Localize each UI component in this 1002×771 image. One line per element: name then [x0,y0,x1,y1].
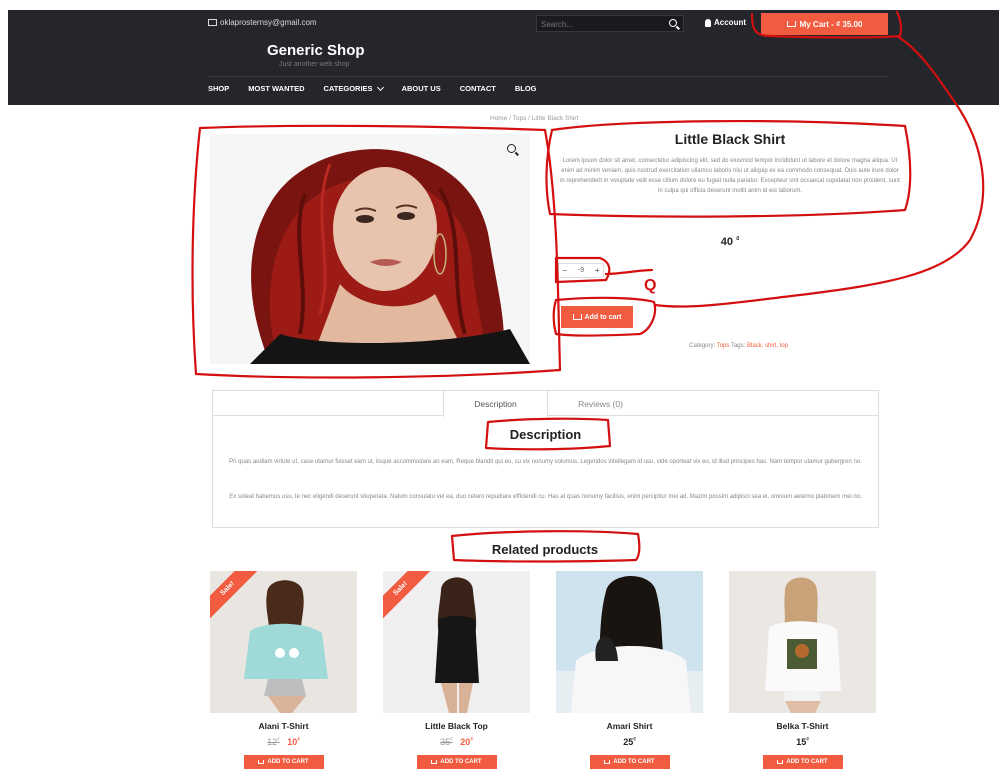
product-price: 40 ₫ [560,236,900,248]
tags-label: Tags: [730,343,746,349]
product-main-image[interactable] [210,134,530,364]
add-to-cart-button[interactable]: Add to cart [561,306,633,328]
product-card-price: 35₫ 20₫ [383,737,530,747]
nav-divider [208,76,888,77]
price-value: 40 [720,236,734,248]
product-meta: Category: Tops Tags: Black, shirt, top [560,343,900,349]
qty-increment-button[interactable]: + [595,266,600,275]
product-card-name[interactable]: Amari Shirt [556,721,703,731]
cart-label: My Cart - ₫ 35.00 [799,19,863,29]
product-card-little-black-top[interactable]: Sale! Little Black Top 35₫ 20₫ ADD TO CA… [383,571,530,769]
search-input[interactable] [541,18,659,30]
nav-item-about-us[interactable]: ABOUT US [402,84,441,93]
cart-icon [572,314,582,320]
related-products-grid: Sale! Alani T-Shirt 12₫ 10₫ ADD TO CART … [210,571,880,771]
old-price: 35₫ [440,737,453,747]
user-icon [705,18,711,27]
product-card-price: 15₫ [729,737,876,747]
add-to-cart-button[interactable]: ADD TO CART [416,755,497,769]
old-price: 12₫ [267,737,280,747]
product-card-name[interactable]: Belka T-Shirt [729,721,876,731]
product-card-name[interactable]: Little Black Top [383,721,530,731]
site-header: oklaprosternsy@gmail.com Account My Cart… [8,10,999,105]
brand: Generic Shop Just another web shop [267,42,365,68]
main-nav: SHOP MOST WANTED CATEGORIES ABOUT US CON… [208,83,537,93]
sale-price: 10₫ [287,737,300,747]
nav-item-categories[interactable]: CATEGORIES [323,83,384,93]
my-cart-button[interactable]: My Cart - ₫ 35.00 [761,13,888,35]
product-card-image[interactable] [556,571,703,713]
nav-item-blog[interactable]: BLOG [515,84,537,93]
description-paragraph-1: Pri quas audiam virtute ut, case utamur … [229,459,862,465]
add-to-cart-button[interactable]: ADD TO CART [589,755,670,769]
qty-decrement-button[interactable]: − [562,266,567,275]
zoom-icon[interactable] [507,144,516,153]
product-short-description: Lorem ipsum dolor sit amet, consectetur … [560,158,900,194]
product-card-image[interactable] [729,571,876,713]
product-card-image[interactable]: Sale! [383,571,530,713]
nav-item-shop[interactable]: SHOP [208,84,229,93]
product-card-price: 25₫ [556,737,703,747]
quantity-stepper: − + [558,263,604,278]
product-card-amari[interactable]: Amari Shirt 25₫ ADD TO CART [556,571,703,769]
nav-item-contact[interactable]: CONTACT [460,84,496,93]
tab-bar: Description Reviews (0) [213,391,878,417]
cart-icon [777,760,784,764]
price: 25₫ [623,737,636,747]
amari-photo [556,571,703,713]
category-link[interactable]: Tops [717,343,730,349]
product-card-belka[interactable]: Belka T-Shirt 15₫ ADD TO CART [729,571,876,769]
search-icon[interactable] [669,19,677,27]
belka-photo [729,571,876,713]
add-to-cart-button[interactable]: ADD TO CART [243,755,324,769]
category-label: Category: [689,343,716,349]
product-photo [210,134,530,364]
add-to-cart-button[interactable]: ADD TO CART [762,755,843,769]
product-title: Little Black Shirt [674,131,786,147]
cart-icon [604,760,611,764]
cart-icon [431,760,438,764]
currency-symbol: ₫ [736,236,740,243]
product-card-image[interactable]: Sale! [210,571,357,713]
email-text: oklaprosternsy@gmail.com [220,18,317,27]
product-card-price: 12₫ 10₫ [210,737,357,747]
price: 15₫ [796,737,809,747]
cart-icon [258,760,265,764]
chevron-down-icon [376,83,384,91]
account-link[interactable]: Account [705,18,746,27]
account-label: Account [714,18,746,27]
product-card-alani[interactable]: Sale! Alani T-Shirt 12₫ 10₫ ADD TO CART [210,571,357,769]
breadcrumb[interactable]: Home / Tops / Little Black Shirt [490,115,578,122]
annotation-quantity-line [604,268,654,276]
description-paragraph-2: Ex soleat habemus usu, te nec eligendi d… [229,494,862,500]
qty-input[interactable] [573,267,588,274]
product-card-name[interactable]: Alani T-Shirt [210,721,357,731]
annotation-q-label: Q [644,277,656,294]
tab-description[interactable]: Description [443,391,548,417]
description-heading: Description [509,427,582,442]
related-products-title: Related products [491,542,599,557]
nav-item-most-wanted[interactable]: MOST WANTED [248,84,304,93]
top-bar: oklaprosternsy@gmail.com Account My Cart… [208,13,888,35]
envelope-icon [208,19,217,26]
site-tagline: Just another web shop [279,61,350,68]
tab-reviews[interactable]: Reviews (0) [548,391,653,416]
tags-links[interactable]: Black, shirt, top [747,343,788,349]
nav-item-categories-label: CATEGORIES [323,84,373,93]
search-box [536,15,684,32]
sale-price: 20₫ [460,737,473,747]
cart-icon [786,21,796,27]
site-title[interactable]: Generic Shop [267,42,365,59]
product-tabs: Description Reviews (0) Description Pri … [212,390,879,528]
email-link[interactable]: oklaprosternsy@gmail.com [208,18,317,27]
add-to-cart-label: Add to cart [584,313,622,321]
